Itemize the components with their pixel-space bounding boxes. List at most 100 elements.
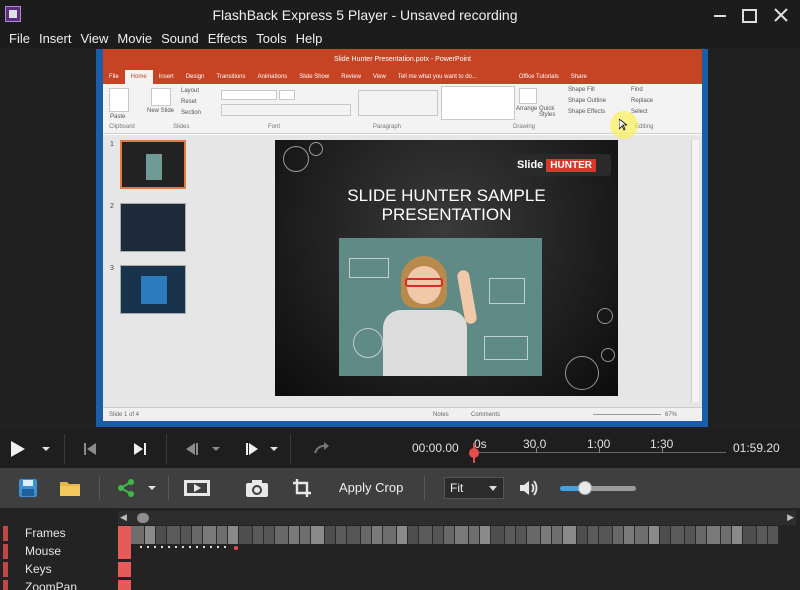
mouse-event-marker [168,546,170,548]
separator [168,476,169,500]
slide-thumbnail-1 [120,140,186,189]
frame-cell [325,526,336,544]
group-label: Font [268,124,281,130]
logo-slide-text: Slide [517,159,544,171]
title-bar: FlashBack Express 5 Player - Unsaved rec… [0,0,800,30]
track-start-marker [118,580,131,590]
frame-cell [660,526,671,544]
menu-file[interactable]: File [0,30,34,47]
slide-thumbnail-2 [120,203,186,252]
scroll-left-icon[interactable]: ◀ [120,512,127,523]
camera-icon [246,480,268,497]
speaker-icon [520,480,538,496]
skip-end-icon [134,443,146,455]
share-dropdown[interactable] [144,474,160,502]
next-frame-button[interactable] [240,430,264,468]
zoom-select[interactable]: Fit [444,477,504,499]
go-to-end-button[interactable] [128,430,152,468]
menu-effects[interactable]: Effects [203,30,252,47]
maximize-button[interactable] [733,0,763,30]
frame-cell [455,526,469,544]
menu-insert[interactable]: Insert [34,30,76,47]
frame-cell [696,526,707,544]
scroll-right-icon[interactable]: ▶ [787,512,794,523]
menu-movie[interactable]: Movie [112,30,156,47]
menu-sound[interactable]: Sound [156,30,203,47]
separator [166,434,167,464]
next-frame-dropdown[interactable] [268,430,280,468]
chalk-drawing [489,278,525,304]
go-to-start-button[interactable] [78,430,102,468]
frames-track[interactable] [131,526,779,544]
scrollbar-thumb[interactable] [137,513,149,523]
ribbon-find: Find [631,87,643,93]
chalk-drawing [353,328,383,358]
ppt-title: Slide Hunter Presentation.potx - PowerPo… [103,49,702,70]
frame-cell [516,526,527,544]
decor-bubble [597,308,613,324]
ribbon-section: Section [181,110,202,116]
playhead-handle[interactable] [469,448,479,458]
export-video-button[interactable] [182,474,212,502]
frame-cell [408,526,419,544]
menu-help[interactable]: Help [291,30,327,47]
snapshot-button[interactable] [243,474,271,502]
open-button[interactable] [56,474,84,502]
frame-cell [239,526,253,544]
play-options-dropdown[interactable] [40,430,52,468]
ppt-tab: Transitions [216,74,246,80]
ppt-status-bar: Slide 1 of 4 Notes Comments 67% [103,407,702,421]
apply-crop-button[interactable]: Apply Crop [339,480,403,495]
frame-cell [217,526,228,544]
previous-frame-button[interactable] [180,430,204,468]
volume-slider[interactable] [560,486,636,491]
ribbon-reset: Reset [181,99,197,105]
save-button[interactable] [14,474,42,502]
total-time: 01:59.20 [733,441,780,455]
minimize-button[interactable] [705,0,735,30]
folder-icon [60,482,80,496]
close-button[interactable] [762,0,800,30]
crop-button[interactable] [288,474,316,502]
playback-bar: 00:00.00 0s 30.0 1:00 1:30 01:59.20 [0,430,800,468]
frame-cell [419,526,433,544]
frame-cell [228,526,239,544]
close-icon [774,8,788,22]
video-preview[interactable]: Slide Hunter Presentation.potx - PowerPo… [0,48,800,430]
frame-cell [613,526,624,544]
frame-cell [732,526,743,544]
slide-title-line1: SLIDE HUNTER SAMPLE [347,186,546,205]
recorded-desktop: Slide Hunter Presentation.potx - PowerPo… [96,49,708,427]
ribbon-new-slide: New Slide [147,108,175,114]
ribbon-quick-styles: Quick Styles [539,106,556,118]
ppt-notes: Notes [433,412,449,418]
redo-icon [314,442,329,454]
menu-tools[interactable]: Tools [251,30,290,47]
frame-cell [300,526,311,544]
main-slide: Slide HUNTER SLIDE HUNTER SAMPLE PRESENTA… [275,140,618,396]
previous-frame-dropdown[interactable] [210,430,222,468]
timeline-ruler [474,452,726,453]
share-button[interactable] [112,474,140,502]
ppt-tab: View [372,74,386,80]
frame-cell [541,526,552,544]
menu-bar: File Insert View Movie Sound Effects Tools Help [0,30,800,48]
track-marker [3,544,8,559]
frame-cell [145,526,156,544]
frame-cell [577,526,588,544]
frame-cell [685,526,696,544]
volume-button[interactable] [515,474,543,502]
frame-cell [275,526,289,544]
mouse-cursor-icon [619,119,627,131]
girl-glasses [405,278,443,287]
arrange-icon [519,88,537,104]
ribbon-arrange: Arrange [516,106,538,112]
volume-knob[interactable] [578,481,593,495]
timeline-scrollbar[interactable]: ◀ ▶ [118,511,796,525]
redo-button[interactable] [310,430,334,468]
menu-view[interactable]: View [75,30,112,47]
ppt-tab: Share [570,74,587,80]
chevron-down-icon [148,486,156,490]
play-button[interactable] [6,430,30,468]
group-label: Clipboard [109,124,135,130]
